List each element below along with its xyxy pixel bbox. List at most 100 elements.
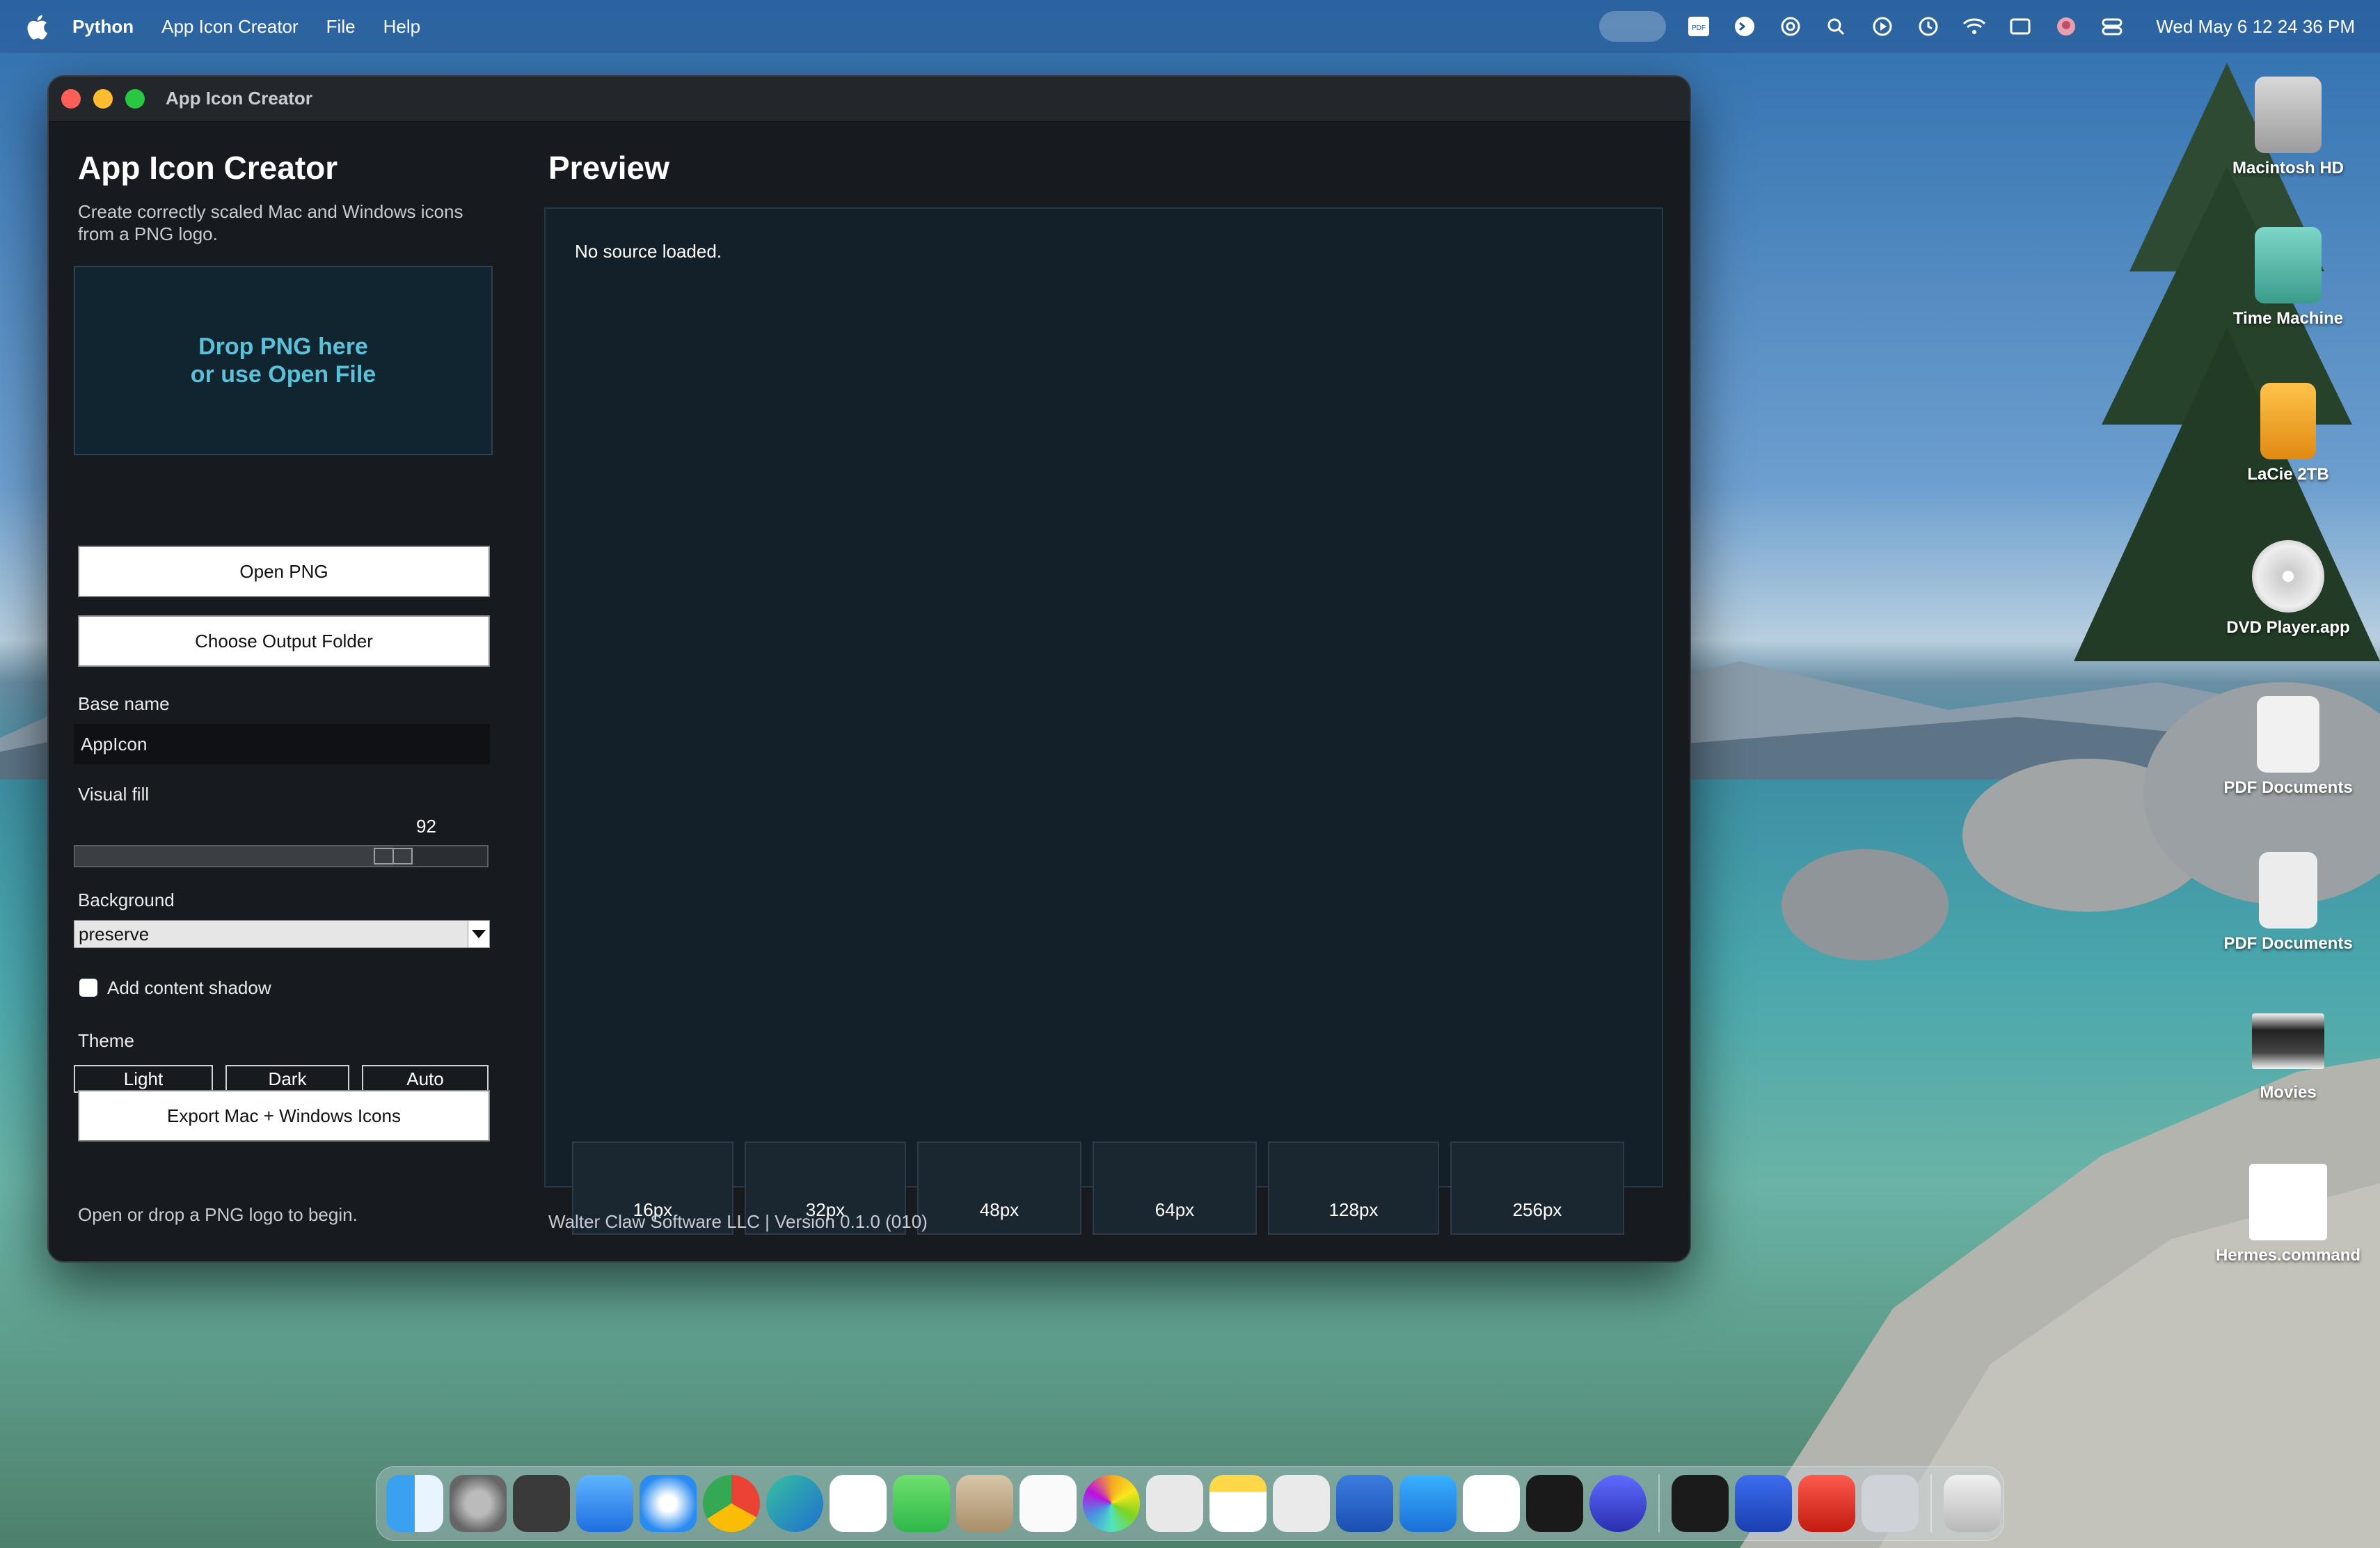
command-file-icon	[2249, 1164, 2327, 1240]
time-machine-icon[interactable]	[1915, 15, 1942, 38]
external-drive-icon	[2260, 383, 2316, 459]
theme-dark-button[interactable]: Dark	[225, 1065, 349, 1093]
desktop-icon-label: PDF Documents	[2223, 778, 2353, 797]
content-shadow-label[interactable]: Add content shadow	[107, 977, 271, 999]
theme-light-button[interactable]: Light	[74, 1065, 213, 1093]
edge-icon[interactable]	[766, 1475, 823, 1532]
wifi-icon[interactable]	[1961, 15, 1988, 38]
size-label: 128px	[1328, 1199, 1379, 1220]
avatar-icon[interactable]	[2053, 15, 2079, 38]
size-preview-64: 64px	[1093, 1142, 1257, 1235]
menu-help[interactable]: Help	[383, 16, 420, 38]
notes-icon[interactable]	[1209, 1475, 1267, 1532]
remote-desktop-icon[interactable]	[1589, 1475, 1647, 1532]
theme-label: Theme	[78, 1030, 134, 1051]
search-icon[interactable]	[1823, 15, 1850, 38]
desktop-icon-label: DVD Player.app	[2226, 618, 2350, 637]
control-center-icon[interactable]	[2099, 15, 2125, 38]
safari-icon[interactable]	[640, 1475, 697, 1532]
desktop-icon-macintosh-hd[interactable]: Macintosh HD	[2213, 70, 2363, 178]
base-name-label: Base name	[78, 693, 170, 714]
launchpad-icon[interactable]	[1273, 1475, 1330, 1532]
minimize-window-button[interactable]	[93, 89, 113, 109]
drop-zone-text: Drop PNG here or use Open File	[190, 333, 376, 388]
visual-fill-value: 92	[416, 816, 436, 837]
preview-panel: No source loaded. 16px 32px 48px 64px 12…	[544, 207, 1663, 1235]
word-icon[interactable]	[1336, 1475, 1393, 1532]
desktop-icon-lacie[interactable]: LaCie 2TB	[2213, 383, 2363, 484]
visual-fill-slider[interactable]	[74, 845, 489, 867]
theme-auto-button[interactable]: Auto	[362, 1065, 489, 1093]
app-subtitle: Create correctly scaled Mac and Windows …	[78, 201, 463, 244]
mail-icon[interactable]	[576, 1475, 633, 1532]
desktop-icon-label: Time Machine	[2232, 309, 2344, 328]
pdf-app-icon[interactable]	[1798, 1475, 1855, 1532]
desktop-icon-label: Macintosh HD	[2232, 159, 2344, 177]
system-settings-icon[interactable]	[450, 1475, 507, 1532]
background-select[interactable]: preserve	[74, 920, 490, 948]
slider-fill	[75, 846, 393, 866]
dock	[376, 1466, 2004, 1541]
desktop-icon-pdf-documents-1[interactable]: PDF Documents	[2213, 696, 2363, 798]
menu-app-python[interactable]: Python	[72, 16, 134, 38]
apple-menu-icon[interactable]	[26, 13, 51, 40]
slider-thumb[interactable]	[374, 848, 413, 864]
menu-app-icon-creator[interactable]: App Icon Creator	[161, 16, 299, 38]
trash-icon[interactable]	[1944, 1475, 2001, 1532]
close-window-button[interactable]	[61, 89, 81, 109]
size-label: 256px	[1512, 1199, 1562, 1220]
screenshot-icon[interactable]	[1146, 1475, 1203, 1532]
contacts-icon[interactable]	[956, 1475, 1013, 1532]
desktop-icon-time-machine[interactable]: Time Machine	[2213, 227, 2363, 329]
desktop-icon-hermes-command[interactable]: Hermes.command	[2213, 1164, 2363, 1265]
size-label: 48px	[979, 1199, 1020, 1220]
display-icon[interactable]	[2007, 15, 2033, 38]
screen-share-icon[interactable]	[1599, 11, 1667, 42]
chatgpt-icon[interactable]	[1777, 15, 1804, 38]
preview-heading: Preview	[548, 150, 669, 186]
controls-panel: App Icon Creator Create correctly scaled…	[49, 121, 501, 1261]
play-icon[interactable]	[1869, 15, 1896, 38]
home-icon[interactable]	[1399, 1475, 1457, 1532]
png-drop-zone[interactable]: Drop PNG here or use Open File	[74, 266, 493, 455]
zoom-window-button[interactable]	[125, 89, 145, 109]
calendar-icon[interactable]	[830, 1475, 887, 1532]
messages-icon[interactable]	[893, 1475, 950, 1532]
rocket-icon[interactable]	[1862, 1475, 1919, 1532]
hard-drive-icon	[2255, 77, 2322, 153]
freeform-icon[interactable]	[1020, 1475, 1077, 1532]
dvd-player-icon	[2252, 540, 2324, 613]
terminal-icon[interactable]	[1672, 1475, 1729, 1532]
size-preview-128: 128px	[1268, 1142, 1439, 1235]
app-window: App Icon Creator App Icon Creator Create…	[47, 75, 1691, 1263]
export-icons-button[interactable]: Export Mac + Windows Icons	[78, 1090, 490, 1142]
terminal-icon[interactable]	[1731, 15, 1758, 38]
chrome-icon[interactable]	[703, 1475, 760, 1532]
desktop-icon-movies[interactable]: Movies	[2213, 1013, 2363, 1103]
desktop-icon-dvd-player[interactable]: DVD Player.app	[2213, 540, 2363, 638]
base-name-input[interactable]: AppIcon	[74, 724, 490, 764]
open-png-button[interactable]: Open PNG	[78, 546, 490, 597]
documents-stack-icon	[2259, 852, 2317, 929]
app-heading: App Icon Creator	[78, 150, 338, 186]
screen-share-icon[interactable]	[1735, 1475, 1792, 1532]
calculator-icon[interactable]	[513, 1475, 570, 1532]
menu-clock[interactable]: Wed May 6 12 24 36 PM	[2156, 16, 2355, 38]
menu-file[interactable]: File	[326, 16, 356, 38]
content-shadow-checkbox[interactable]	[79, 979, 97, 997]
desktop-icon-label: LaCie 2TB	[2247, 465, 2329, 484]
title-bar[interactable]: App Icon Creator	[49, 77, 1690, 122]
choose-output-folder-button[interactable]: Choose Output Folder	[78, 615, 490, 667]
photos-icon[interactable]	[1083, 1475, 1140, 1532]
pdf-icon[interactable]: PDF	[1685, 15, 1712, 38]
voice-memos-icon[interactable]	[1463, 1475, 1520, 1532]
background-select-value: preserve	[79, 923, 150, 945]
desktop-icon-pdf-documents-2[interactable]: PDF Documents	[2213, 852, 2363, 954]
window-manager-icon[interactable]	[1526, 1475, 1583, 1532]
desktop-icon-label: Movies	[2260, 1083, 2317, 1102]
menu-bar: Python App Icon Creator File Help PDF We…	[0, 0, 2380, 53]
finder-icon[interactable]	[386, 1475, 443, 1532]
documents-stack-icon	[2257, 696, 2319, 773]
desktop-icon-label: Hermes.command	[2215, 1246, 2361, 1265]
dropdown-arrow-icon[interactable]	[468, 921, 489, 947]
